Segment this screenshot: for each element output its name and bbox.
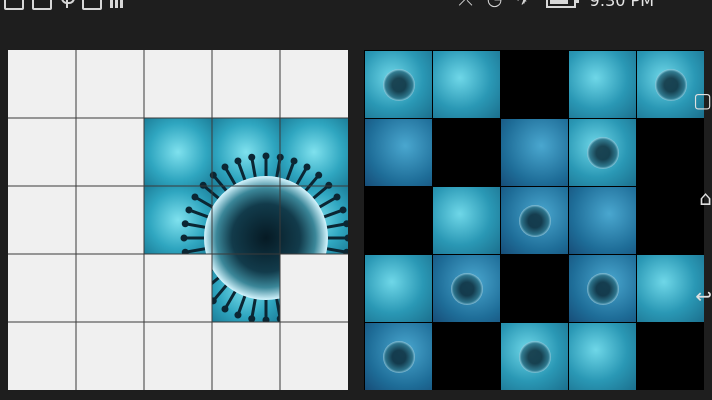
code-icon: [32, 0, 52, 10]
status-bar: ⤫ ◔ ✈ 9:30 PM: [0, 0, 712, 40]
virus-spike: [283, 289, 296, 316]
puzzle-tile[interactable]: [501, 119, 568, 186]
virus-spike-tip: [290, 311, 298, 319]
virus-spike-tip: [339, 262, 347, 270]
tile-virus-fragment: [518, 204, 551, 237]
airplane-icon: ✈: [516, 0, 531, 10]
empty-slot: [637, 323, 704, 390]
puzzle-tile[interactable]: [433, 187, 500, 254]
virus-spike-tip: [209, 171, 217, 179]
no-sync-icon: ⤫: [458, 0, 472, 10]
virus-spike-tip: [185, 262, 193, 270]
puzzle-tile[interactable]: [501, 187, 568, 254]
wifi-icon: ◔: [487, 0, 503, 10]
virus-spike-tip: [315, 171, 323, 179]
puzzle-tile[interactable]: [501, 323, 568, 390]
target-grid: [8, 50, 348, 390]
empty-slot: [637, 187, 704, 254]
nav-bar: ▢ ⌂ ↩: [693, 50, 712, 400]
empty-slot: [637, 119, 704, 186]
home-icon[interactable]: ⌂: [699, 186, 712, 210]
virus-spike-tip: [325, 181, 333, 189]
virus-spike-tip: [325, 287, 333, 295]
virus-spike: [300, 279, 320, 302]
status-right-icons: ⤫ ◔ ✈ 9:30 PM: [458, 0, 654, 10]
virus-spike-tip: [290, 157, 298, 165]
virus-spike-tip: [185, 206, 193, 214]
virus-spike-tip: [303, 305, 311, 313]
virus-spike-tip: [181, 220, 189, 228]
virus-spike-tip: [248, 153, 256, 161]
signal-bars-icon: [110, 0, 130, 10]
back-icon[interactable]: ↩: [695, 284, 712, 308]
virus-spike-tip: [333, 193, 341, 201]
virus-spike-tip: [180, 234, 188, 242]
virus-spike-tip: [199, 181, 207, 189]
virus-spike-tip: [199, 287, 207, 295]
empty-slot: [365, 187, 432, 254]
virus-spike-tip: [221, 305, 229, 313]
empty-slot: [501, 51, 568, 118]
virus-spike-tip: [234, 311, 242, 319]
virus-spike-tip: [181, 248, 189, 256]
tile-virus-fragment: [654, 68, 687, 101]
puzzle-tile[interactable]: [569, 51, 636, 118]
puzzle-tile[interactable]: [569, 323, 636, 390]
virus-spike-tip: [209, 297, 217, 305]
virus-spike-tip: [191, 193, 199, 201]
puzzle-tile[interactable]: [569, 255, 636, 322]
placed-tile[interactable]: [212, 118, 280, 186]
virus-spike-tip: [315, 297, 323, 305]
tile-board[interactable]: [364, 50, 704, 390]
recent-apps-icon[interactable]: ▢: [693, 88, 712, 112]
puzzle-tile[interactable]: [365, 255, 432, 322]
placed-tile[interactable]: [144, 186, 212, 254]
puzzle-tile[interactable]: [637, 255, 704, 322]
puzzle-tile[interactable]: [569, 187, 636, 254]
virus-spike-tip: [248, 315, 256, 322]
battery-icon: [545, 0, 579, 8]
puzzle-tile[interactable]: [433, 51, 500, 118]
image-icon: [4, 0, 24, 10]
virus-spike: [188, 255, 215, 268]
virus-spike: [313, 264, 338, 281]
virus-spike-tip: [333, 275, 341, 283]
virus-spike-tip: [221, 163, 229, 171]
tile-virus-fragment: [586, 272, 619, 305]
virus-spike: [317, 255, 344, 268]
tile-virus-fragment: [382, 68, 415, 101]
puzzle-tile[interactable]: [365, 119, 432, 186]
clock: 9:30 PM: [589, 0, 654, 10]
virus-spike-tip: [303, 163, 311, 171]
tile-virus-fragment: [382, 340, 415, 373]
placed-tile[interactable]: [144, 118, 212, 186]
virus-spike-tip: [234, 157, 242, 165]
empty-slot: [433, 323, 500, 390]
virus-spike: [292, 285, 309, 310]
empty-slot: [433, 119, 500, 186]
tile-virus-fragment: [518, 340, 551, 373]
virus-spike-tip: [191, 275, 199, 283]
status-left-icons: [4, 0, 130, 10]
tile-virus-fragment: [450, 272, 483, 305]
puzzle-tile[interactable]: [433, 255, 500, 322]
usb-icon: [60, 0, 75, 10]
virus-body: [204, 176, 328, 300]
puzzle-tile[interactable]: [365, 51, 432, 118]
target-image-board[interactable]: [8, 50, 348, 390]
puzzle-tile[interactable]: [365, 323, 432, 390]
virus-spike-tip: [262, 152, 270, 160]
tile-virus-fragment: [586, 136, 619, 169]
virus-spike-tip: [339, 206, 347, 214]
empty-slot: [501, 255, 568, 322]
virus-spike: [307, 272, 330, 292]
puzzle-tile[interactable]: [569, 119, 636, 186]
code-icon: [82, 0, 102, 10]
